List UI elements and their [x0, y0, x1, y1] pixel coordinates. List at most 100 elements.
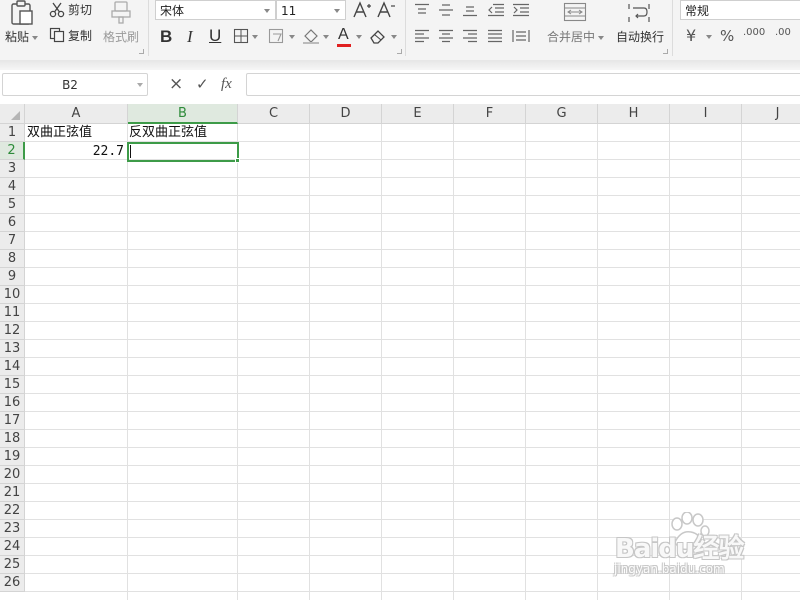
font-color-button[interactable]: A	[338, 26, 349, 44]
row-header-21[interactable]: 21	[0, 484, 25, 502]
row-header-8[interactable]: 8	[0, 250, 25, 268]
copy-button[interactable]: 复制	[68, 29, 92, 43]
row-header-16[interactable]: 16	[0, 394, 25, 412]
font-grow-icon[interactable]	[352, 0, 372, 20]
font-shrink-icon[interactable]	[376, 0, 396, 20]
row-header-22[interactable]: 22	[0, 502, 25, 520]
column-header-h[interactable]: H	[598, 104, 670, 124]
indent-decrease-icon[interactable]	[487, 3, 505, 17]
eraser-icon[interactable]	[369, 27, 387, 45]
cell-area[interactable]: 双曲正弦值 反双曲正弦值 22.7	[25, 124, 800, 600]
row-header-6[interactable]: 6	[0, 214, 25, 232]
fill-handle[interactable]	[235, 158, 240, 163]
align-center-icon[interactable]	[438, 29, 454, 43]
cell-style-dropdown-icon[interactable]	[289, 35, 295, 39]
column-header-b[interactable]: B	[128, 104, 238, 124]
row-header-5[interactable]: 5	[0, 196, 25, 214]
row-header-14[interactable]: 14	[0, 358, 25, 376]
select-all-button[interactable]	[0, 104, 25, 124]
row-header-20[interactable]: 20	[0, 466, 25, 484]
copy-icon[interactable]	[49, 27, 65, 43]
row-header-17[interactable]: 17	[0, 412, 25, 430]
underline-button[interactable]: U	[209, 26, 221, 46]
font-group-launcher[interactable]	[397, 49, 402, 54]
cut-icon[interactable]	[49, 2, 65, 18]
row-header-11[interactable]: 11	[0, 304, 25, 322]
cell-a1[interactable]: 双曲正弦值	[27, 124, 92, 142]
align-top-icon[interactable]	[414, 3, 430, 17]
row-header-4[interactable]: 4	[0, 178, 25, 196]
merge-center-button[interactable]: 合并居中	[547, 30, 595, 44]
justify-icon[interactable]	[487, 29, 503, 43]
row-header-1[interactable]: 1	[0, 124, 25, 142]
formula-enter-button[interactable]: ✓	[196, 74, 209, 94]
row-header-2[interactable]: 2	[0, 142, 25, 160]
row-header-18[interactable]: 18	[0, 430, 25, 448]
currency-button[interactable]: ¥	[686, 27, 696, 45]
cut-button[interactable]: 剪切	[68, 3, 92, 17]
alignment-group-launcher[interactable]	[663, 49, 668, 54]
paste-icon[interactable]	[9, 0, 35, 26]
font-name-select[interactable]: 宋体	[155, 0, 276, 20]
formula-cancel-button[interactable]: ×	[169, 74, 183, 94]
row-header-13[interactable]: 13	[0, 340, 25, 358]
clipboard-group-launcher[interactable]	[139, 49, 144, 54]
formula-input[interactable]	[246, 73, 800, 96]
border-icon[interactable]	[233, 28, 249, 44]
column-header-d[interactable]: D	[310, 104, 382, 124]
format-painter-icon[interactable]	[110, 0, 132, 24]
fill-color-icon[interactable]	[302, 27, 320, 45]
column-header-a[interactable]: A	[25, 104, 128, 124]
chevron-down-icon[interactable]	[137, 83, 143, 87]
currency-dropdown-icon[interactable]	[706, 35, 712, 39]
align-right-icon[interactable]	[462, 29, 478, 43]
row-header-23[interactable]: 23	[0, 520, 25, 538]
column-header-f[interactable]: F	[454, 104, 526, 124]
decimal-decrease-button[interactable]: .00	[775, 26, 791, 40]
row-header-25[interactable]: 25	[0, 556, 25, 574]
row-header-7[interactable]: 7	[0, 232, 25, 250]
wrap-text-button[interactable]: 自动换行	[616, 30, 664, 44]
wrap-text-icon[interactable]	[627, 2, 651, 24]
name-box[interactable]: B2	[2, 73, 148, 96]
cell-a2[interactable]: 22.7	[25, 143, 124, 161]
percent-button[interactable]: %	[720, 28, 734, 45]
cell-style-icon[interactable]	[268, 28, 286, 44]
column-header-g[interactable]: G	[526, 104, 598, 124]
row-header-26[interactable]: 26	[0, 574, 25, 592]
align-middle-icon[interactable]	[438, 3, 454, 17]
indent-increase-icon[interactable]	[512, 3, 530, 17]
number-format-select[interactable]: 常规	[680, 0, 800, 20]
row-header-24[interactable]: 24	[0, 538, 25, 556]
row-header-15[interactable]: 15	[0, 376, 25, 394]
column-header-e[interactable]: E	[382, 104, 454, 124]
font-size-select[interactable]: 11	[276, 0, 346, 20]
merge-center-icon[interactable]	[563, 2, 587, 22]
fill-color-dropdown-icon[interactable]	[323, 35, 329, 39]
paste-dropdown-icon[interactable]	[32, 36, 38, 40]
align-left-icon[interactable]	[414, 29, 430, 43]
insert-function-button[interactable]: fx	[221, 74, 232, 94]
font-color-dropdown-icon[interactable]	[356, 35, 362, 39]
bold-button[interactable]: B	[160, 27, 172, 47]
clear-dropdown-icon[interactable]	[391, 35, 397, 39]
cell-b1[interactable]: 反双曲正弦值	[129, 124, 207, 142]
column-header-c[interactable]: C	[238, 104, 310, 124]
paste-button[interactable]: 粘贴	[5, 30, 29, 44]
distributed-icon[interactable]	[512, 29, 530, 43]
row-header-9[interactable]: 9	[0, 268, 25, 286]
row-header-10[interactable]: 10	[0, 286, 25, 304]
decimal-increase-button[interactable]: .000	[743, 26, 765, 40]
align-bottom-icon[interactable]	[462, 3, 478, 17]
row-header-19[interactable]: 19	[0, 448, 25, 466]
border-dropdown-icon[interactable]	[252, 35, 258, 39]
row-gridline	[25, 357, 800, 358]
row-header-12[interactable]: 12	[0, 322, 25, 340]
column-header-j[interactable]: J	[742, 104, 800, 124]
format-painter-button[interactable]: 格式刷	[103, 30, 139, 44]
row-header-3[interactable]: 3	[0, 160, 25, 178]
column-header-i[interactable]: I	[670, 104, 742, 124]
active-cell-selection[interactable]	[127, 142, 239, 162]
merge-dropdown-icon[interactable]	[598, 36, 604, 40]
italic-button[interactable]: I	[187, 27, 193, 47]
